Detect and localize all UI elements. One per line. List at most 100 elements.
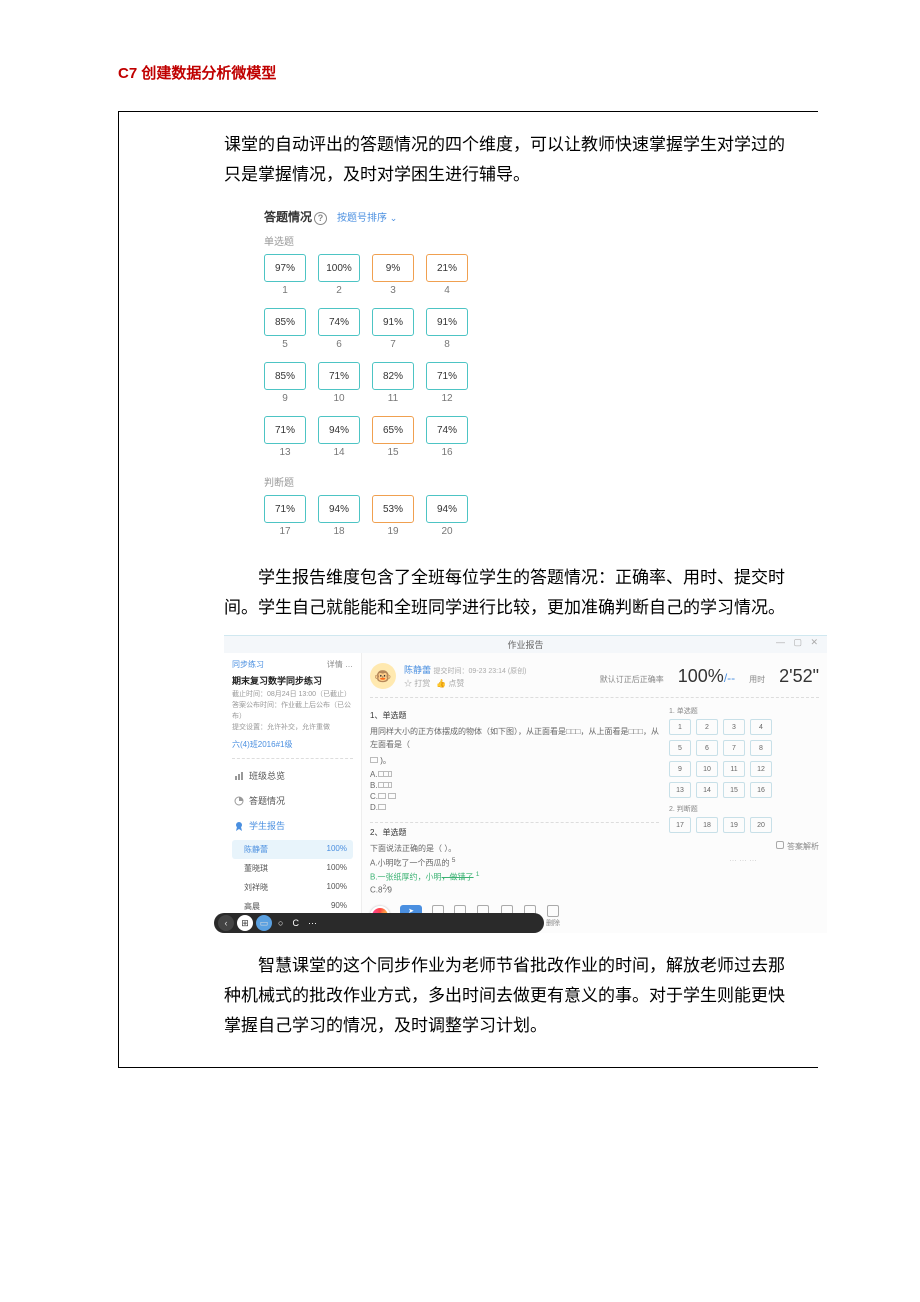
answer-cell[interactable]: 91%8: [426, 308, 468, 358]
qnav-cell[interactable]: 6: [696, 740, 718, 756]
assignment-title: 期末复习数学同步练习: [232, 674, 353, 687]
time-label: 用时: [749, 674, 765, 685]
content-frame: 课堂的自动评出的答题情况的四个维度，可以让教师快速掌握学生对学过的只是掌握情况，…: [118, 111, 818, 1068]
answer-cell[interactable]: 82%11: [372, 362, 414, 412]
qnav-cell[interactable]: 16: [750, 782, 772, 798]
help-icon[interactable]: ?: [314, 212, 327, 225]
q1-opt-c[interactable]: C.: [370, 792, 659, 801]
report-main: 🐵 陈静蕾 提交时间：09-23 23:14 (原创) ☆ 打赏 👍 点赞 默认…: [362, 653, 827, 933]
qnav-cell[interactable]: 2: [696, 719, 718, 735]
trash-icon: [547, 905, 559, 917]
class-selector[interactable]: 六(4)班2016#1级: [232, 739, 353, 754]
assignment-meta: 截止时间：08月24日 13:00（已截止） 答案公布时间：作业截上后公布（已公…: [232, 689, 353, 733]
nav-class-overview[interactable]: 班级总览: [232, 763, 353, 788]
qnav-cell[interactable]: 17: [669, 817, 691, 833]
answer-cell[interactable]: 71%13: [264, 416, 306, 466]
taskbar-home[interactable]: ⊞: [237, 915, 253, 931]
answer-cell[interactable]: 65%15: [372, 416, 414, 466]
accuracy-value: 100%/--: [678, 666, 735, 687]
time-value: 2'52": [779, 666, 819, 687]
panel-title: 答题情况?: [264, 208, 327, 225]
qnav-cell[interactable]: 15: [723, 782, 745, 798]
answer-cell[interactable]: 74%16: [426, 416, 468, 466]
plus-icon: [776, 841, 784, 849]
qnav-cell[interactable]: 12: [750, 761, 772, 777]
answer-cell[interactable]: 71%17: [264, 495, 306, 545]
qnav-cell[interactable]: 18: [696, 817, 718, 833]
student-row[interactable]: 董晓琪100%: [232, 859, 353, 878]
nav-answer-situation[interactable]: 答题情况: [232, 788, 353, 813]
paragraph-3: 智慧课堂的这个同步作业为老师节省批改作业的时间，解放老师过去那种机械式的批改作业…: [119, 933, 818, 1041]
taskbar-dots[interactable]: ⋯: [305, 918, 320, 929]
paragraph-1: 课堂的自动评出的答题情况的四个维度，可以让教师快速掌握学生对学过的只是掌握情况，…: [119, 112, 818, 190]
answer-cell[interactable]: 91%7: [372, 308, 414, 358]
avatar: 🐵: [370, 663, 396, 689]
reward-button[interactable]: ☆ 打赏: [404, 678, 430, 689]
breadcrumb: 同步练习 详情 …: [232, 659, 353, 670]
page-header: C7 创建数据分析微模型: [0, 0, 920, 83]
answer-cell[interactable]: 9%3: [372, 254, 414, 304]
answer-cell[interactable]: 74%6: [318, 308, 360, 358]
accuracy-label: 默认订正后正确率: [600, 674, 664, 685]
answer-cell[interactable]: 71%10: [318, 362, 360, 412]
qnav-cell[interactable]: 14: [696, 782, 718, 798]
question-column: 1、单选题 用同样大小的正方体摆成的物体（如下图），从正面看是□□□，从上面看是…: [370, 706, 659, 928]
qnav-cell[interactable]: 8: [750, 740, 772, 756]
nav-student-report[interactable]: 学生报告: [232, 813, 353, 838]
answer-cell[interactable]: 71%12: [426, 362, 468, 412]
taskbar-prev[interactable]: ‹: [218, 915, 234, 931]
student-row[interactable]: 陈静蕾100%: [232, 840, 353, 859]
answer-cell[interactable]: 97%1: [264, 254, 306, 304]
like-button[interactable]: 👍 点赞: [436, 678, 464, 689]
taskbar-c-icon[interactable]: C: [289, 918, 302, 928]
chevron-down-icon: ⌄: [390, 213, 398, 223]
answer-cell[interactable]: 94%18: [318, 495, 360, 545]
q2-section: 2、单选题: [370, 827, 659, 838]
answer-cell[interactable]: 53%19: [372, 495, 414, 545]
answer-cell[interactable]: 21%4: [426, 254, 468, 304]
q1-opt-b[interactable]: B.: [370, 781, 659, 790]
qnav-cell[interactable]: 13: [669, 782, 691, 798]
answer-cell[interactable]: 94%14: [318, 416, 360, 466]
qnav-cell[interactable]: 5: [669, 740, 691, 756]
taskbar-circle[interactable]: ○: [275, 918, 286, 928]
qnav-cell[interactable]: 11: [723, 761, 745, 777]
qnav-cell[interactable]: 4: [750, 719, 772, 735]
qnav-cell[interactable]: 1: [669, 719, 691, 735]
q1-section: 1、单选题: [370, 710, 659, 721]
answer-cell[interactable]: 85%9: [264, 362, 306, 412]
qnav-cell[interactable]: 19: [723, 817, 745, 833]
student-header: 🐵 陈静蕾 提交时间：09-23 23:14 (原创) ☆ 打赏 👍 点赞 默认…: [370, 659, 819, 698]
student-name: 陈静蕾: [404, 665, 431, 675]
chart-icon: [234, 771, 244, 781]
pie-icon: [234, 796, 244, 806]
q2-opt-a[interactable]: A.小明吃了一个西瓜的 5: [370, 857, 659, 869]
answer-cell[interactable]: 100%2: [318, 254, 360, 304]
q2-opt-c[interactable]: C.82⁄9: [370, 884, 659, 895]
tool-delete[interactable]: 删除: [546, 905, 560, 928]
qnav-cell[interactable]: 3: [723, 719, 745, 735]
report-sidebar: 同步练习 详情 … 期末复习数学同步练习 截止时间：08月24日 13:00（已…: [224, 653, 362, 933]
sort-dropdown[interactable]: 按题号排序 ⌄: [337, 209, 397, 224]
bottom-taskbar: ‹ ⊞ ▭ ○ C ⋯: [214, 913, 544, 933]
answer-cell[interactable]: 94%20: [426, 495, 468, 545]
taskbar-app[interactable]: ▭: [256, 915, 272, 931]
qnav-cell[interactable]: 10: [696, 761, 718, 777]
answer-analysis-toggle[interactable]: 答案解析: [669, 841, 819, 852]
q1-opt-a[interactable]: A.: [370, 770, 659, 779]
section-single-choice: 单选题: [264, 233, 494, 248]
student-row[interactable]: 刘祥晓100%: [232, 878, 353, 897]
answer-situation-panel: 答题情况? 按题号排序 ⌄ 单选题 97%1 100%2 9%3 21%4 85%5 74…: [264, 208, 494, 545]
q2-opt-b[interactable]: B.一张纸厚约，小明，做错了 1: [370, 871, 659, 883]
window-controls[interactable]: — ▢ ✕: [776, 637, 821, 648]
student-report-screenshot: 作业报告 — ▢ ✕ 同步练习 详情 … 期末复习数学同步练习 截止时间：08月…: [224, 635, 827, 933]
answer-cell[interactable]: 85%5: [264, 308, 306, 358]
qnav-cell[interactable]: 20: [750, 817, 772, 833]
submit-time: 提交时间：09-23 23:14 (原创): [434, 668, 527, 675]
q1-text: 用同样大小的正方体摆成的物体（如下图），从正面看是□□□，从上面看是□□□，从左…: [370, 725, 659, 751]
q1-opt-d[interactable]: D.: [370, 803, 659, 812]
qnav-cell[interactable]: 7: [723, 740, 745, 756]
qnav-cell[interactable]: 9: [669, 761, 691, 777]
q2-text: 下面说法正确的是（ ）。: [370, 842, 659, 855]
question-nav-grid: 1. 单选题 12345678910111213141516 2. 判断题 17…: [669, 706, 819, 928]
